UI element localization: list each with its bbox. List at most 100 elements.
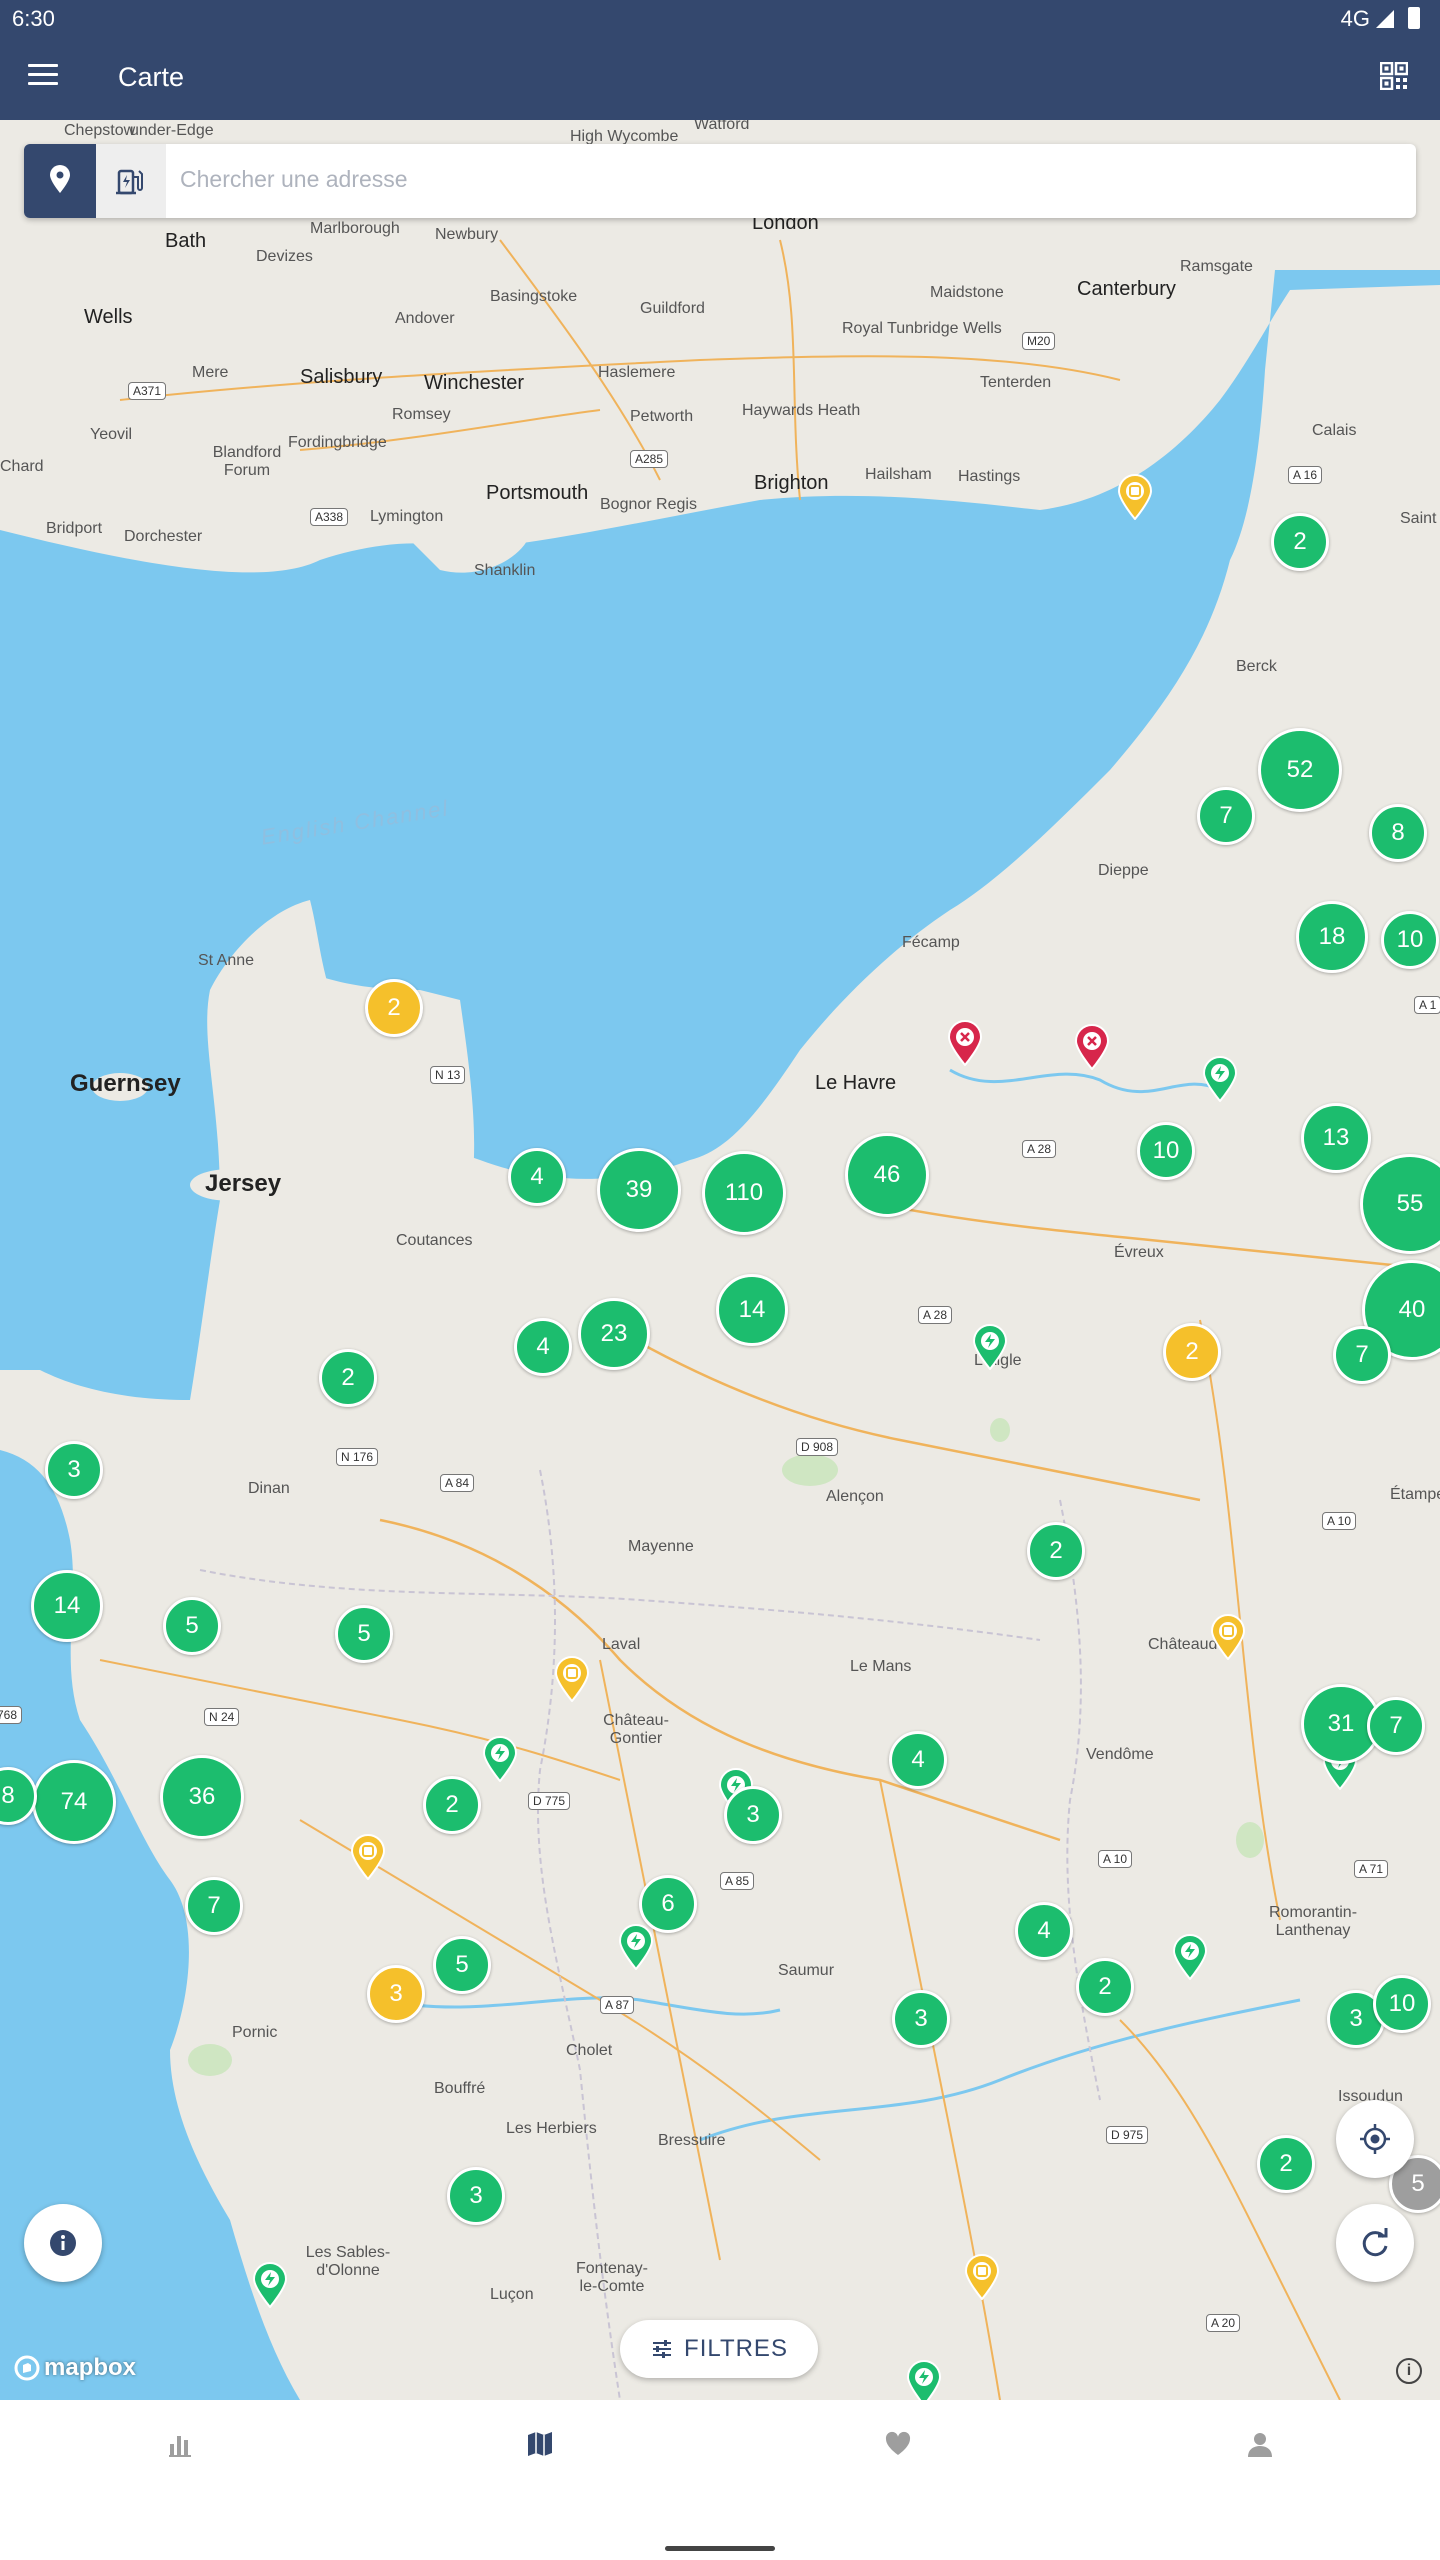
place-label: Haslemere — [598, 364, 676, 381]
charging-station-marker[interactable] — [481, 1736, 519, 1782]
place-label: Laval — [602, 1636, 641, 1653]
my-location-button[interactable] — [1336, 2100, 1414, 2178]
station-cluster[interactable]: 74 — [32, 1760, 116, 1844]
station-cluster[interactable]: 4 — [1015, 1902, 1073, 1960]
station-cluster[interactable]: 3 — [892, 1990, 950, 2048]
station-cluster[interactable]: 6 — [639, 1875, 697, 1933]
island-label-guernsey: Guernsey — [70, 1070, 181, 1097]
place-label: Pornic — [232, 2024, 278, 2041]
station-cluster[interactable]: 5 — [335, 1605, 393, 1663]
station-cluster[interactable]: 8 — [1369, 804, 1427, 862]
station-cluster[interactable]: 4 — [889, 1731, 947, 1789]
station-cluster[interactable]: 3 — [45, 1441, 103, 1499]
station-cluster[interactable]: 5 — [433, 1936, 491, 1994]
place-label: Hailsham — [865, 466, 932, 483]
station-cluster[interactable]: 5 — [163, 1597, 221, 1655]
station-cluster[interactable]: 2 — [1076, 1958, 1134, 2016]
station-cluster[interactable]: 39 — [597, 1148, 681, 1232]
road-shield: A285 — [630, 450, 669, 468]
search-input[interactable]: Chercher une adresse — [180, 166, 408, 193]
station-cluster[interactable]: 3 — [447, 2167, 505, 2225]
station-cluster[interactable]: 10 — [1137, 1122, 1195, 1180]
road-shield: A 10 — [1322, 1512, 1357, 1530]
place-label: Alençon — [826, 1488, 884, 1505]
road-shield: A 1 — [1414, 996, 1440, 1014]
place-label: Portsmouth — [486, 482, 589, 504]
place-label: Watford — [694, 120, 750, 133]
nav-profile[interactable] — [1242, 2426, 1278, 2462]
place-label: Tenterden — [980, 374, 1052, 391]
refresh-button[interactable] — [1336, 2204, 1414, 2282]
charging-station-marker[interactable] — [1171, 1934, 1209, 1980]
station-cluster[interactable]: 7 — [1333, 1326, 1391, 1384]
place-label: St Anne — [198, 952, 255, 969]
busy-station-marker[interactable] — [1116, 474, 1154, 520]
station-cluster[interactable]: 10 — [1373, 1975, 1431, 2033]
station-cluster[interactable]: 2 — [1163, 1323, 1221, 1381]
place-label: Bridport — [46, 520, 103, 537]
station-cluster[interactable]: 2 — [423, 1776, 481, 1834]
search-bar[interactable]: Chercher une adresse — [24, 144, 1416, 218]
station-cluster[interactable]: 7 — [1197, 787, 1255, 845]
location-pin-button[interactable] — [24, 144, 96, 218]
place-label: Luçon — [490, 2286, 534, 2303]
out-of-service-marker[interactable] — [1073, 1024, 1111, 1070]
station-cluster[interactable]: 23 — [578, 1298, 650, 1370]
station-cluster[interactable]: 2 — [1271, 513, 1329, 571]
charging-station-marker[interactable] — [905, 2360, 943, 2400]
station-cluster[interactable]: 18 — [1296, 901, 1368, 973]
station-cluster[interactable]: 4 — [508, 1148, 566, 1206]
place-label: Fordingbridge — [288, 434, 387, 451]
station-search-toggle[interactable] — [96, 144, 166, 218]
charging-station-marker[interactable] — [251, 2262, 289, 2308]
busy-station-marker[interactable] — [553, 1656, 591, 1702]
nav-statistics[interactable] — [163, 2426, 199, 2462]
busy-station-marker[interactable] — [1209, 1614, 1247, 1660]
station-cluster[interactable]: 2 — [1257, 2135, 1315, 2193]
place-label: Shanklin — [474, 562, 536, 579]
station-cluster[interactable]: 2 — [365, 979, 423, 1037]
station-cluster[interactable]: 2 — [319, 1349, 377, 1407]
station-cluster[interactable]: 14 — [716, 1274, 788, 1346]
place-label: Winchester — [424, 372, 525, 394]
place-label: Fontenay-le-Comte — [575, 2260, 649, 2295]
station-cluster[interactable]: 3 — [724, 1786, 782, 1844]
place-label: Salisbury — [300, 366, 383, 388]
qr-code-icon[interactable] — [1380, 62, 1408, 90]
station-cluster[interactable]: 7 — [1367, 1697, 1425, 1755]
person-icon — [1248, 2433, 1272, 2457]
station-cluster[interactable]: 3 — [367, 1965, 425, 2023]
nav-map[interactable] — [522, 2426, 558, 2462]
charging-station-marker[interactable] — [1201, 1056, 1239, 1102]
heart-icon — [885, 2431, 911, 2455]
road-shield: A 84 — [440, 1474, 475, 1492]
charging-station-marker[interactable] — [971, 1324, 1009, 1370]
busy-station-marker[interactable] — [349, 1834, 387, 1880]
busy-station-marker[interactable] — [963, 2254, 1001, 2300]
menu-icon[interactable] — [28, 64, 58, 94]
out-of-service-marker[interactable] — [946, 1020, 984, 1066]
nav-favorites[interactable] — [880, 2426, 916, 2462]
station-cluster[interactable]: 4 — [514, 1318, 572, 1376]
station-cluster[interactable]: 2 — [1027, 1522, 1085, 1580]
station-cluster[interactable]: 110 — [702, 1151, 786, 1235]
place-label: Romsey — [392, 406, 451, 423]
charging-station-marker[interactable] — [617, 1924, 655, 1970]
filters-button[interactable]: FILTRES — [620, 2320, 818, 2378]
map-view[interactable]: English Channel Guernsey Jersey Chepstow… — [0, 120, 1440, 2400]
attribution-info-icon[interactable]: i — [1396, 2358, 1422, 2384]
station-cluster[interactable]: 36 — [160, 1755, 244, 1839]
road-shield: D 975 — [1106, 2126, 1149, 2144]
mapbox-logo: mapbox — [14, 2354, 136, 2382]
station-cluster[interactable]: 46 — [845, 1133, 929, 1217]
info-button[interactable] — [24, 2204, 102, 2282]
station-cluster[interactable]: 14 — [31, 1570, 103, 1642]
station-cluster[interactable]: 52 — [1258, 728, 1342, 812]
place-label: under-Edge — [130, 122, 214, 139]
station-cluster[interactable]: 10 — [1381, 911, 1439, 969]
refresh-icon — [1362, 2228, 1388, 2257]
place-label: Chepstow — [64, 122, 136, 139]
place-label: Bressuire — [658, 2132, 726, 2149]
station-cluster[interactable]: 13 — [1301, 1103, 1371, 1173]
station-cluster[interactable]: 7 — [185, 1877, 243, 1935]
